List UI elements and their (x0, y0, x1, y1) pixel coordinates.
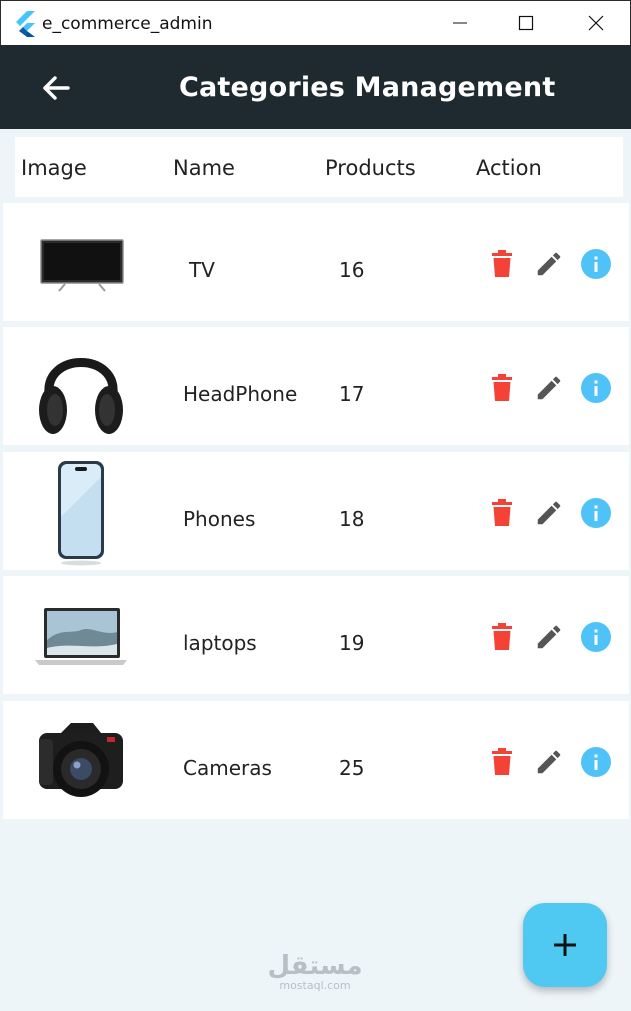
page-title: Categories Management (179, 72, 556, 103)
pencil-icon (537, 252, 561, 276)
table-row: Phones 18 (3, 452, 629, 570)
category-name: Phones (183, 507, 256, 531)
product-count: 16 (339, 258, 365, 282)
info-icon (581, 373, 611, 403)
headphone-image (31, 335, 131, 439)
tv-image (31, 211, 131, 315)
header-products: Products (325, 156, 416, 180)
watermark-latin: mostaql.com (279, 979, 351, 992)
arrow-left-icon (43, 76, 70, 100)
minimize-icon (453, 22, 467, 24)
plus-icon (554, 934, 576, 956)
category-name: Cameras (183, 756, 272, 780)
category-name: HeadPhone (183, 382, 298, 406)
pencil-icon (537, 750, 561, 774)
table-row: Cameras 25 (3, 701, 629, 819)
product-count: 18 (339, 507, 365, 531)
pencil-icon (537, 625, 561, 649)
trash-icon (492, 250, 512, 277)
add-category-button[interactable] (523, 903, 607, 987)
laptop-image (31, 584, 131, 688)
camera-image (31, 709, 131, 813)
product-count: 17 (339, 382, 365, 406)
info-button[interactable] (579, 745, 613, 779)
edit-button[interactable] (532, 247, 566, 281)
maximize-icon (518, 15, 534, 31)
info-icon (581, 249, 611, 279)
table-row: laptops 19 (3, 576, 629, 694)
table-header: Image Name Products Action (15, 137, 623, 197)
header-name: Name (173, 156, 235, 180)
header-image: Image (21, 156, 87, 180)
close-icon (588, 15, 604, 31)
category-name: TV (189, 258, 215, 282)
info-icon (581, 622, 611, 652)
delete-button[interactable] (485, 496, 519, 530)
phone-image (31, 460, 131, 566)
window-titlebar: e_commerce_admin (0, 0, 631, 45)
trash-icon (492, 374, 512, 401)
edit-button[interactable] (532, 371, 566, 405)
close-button[interactable] (561, 1, 631, 45)
trash-icon (492, 623, 512, 650)
delete-button[interactable] (485, 371, 519, 405)
info-icon (581, 498, 611, 528)
trash-icon (492, 499, 512, 526)
flutter-logo-icon (16, 11, 35, 37)
window-title: e_commerce_admin (42, 14, 213, 34)
delete-button[interactable] (485, 247, 519, 281)
trash-icon (492, 748, 512, 775)
back-button[interactable] (36, 69, 76, 107)
app-bar: Categories Management (0, 45, 631, 129)
info-button[interactable] (579, 496, 613, 530)
watermark-arabic: مستقل (267, 951, 363, 981)
pencil-icon (537, 501, 561, 525)
minimize-button[interactable] (425, 1, 495, 45)
product-count: 25 (339, 756, 365, 780)
delete-button[interactable] (485, 745, 519, 779)
info-icon (581, 747, 611, 777)
edit-button[interactable] (532, 496, 566, 530)
info-button[interactable] (579, 620, 613, 654)
edit-button[interactable] (532, 620, 566, 654)
table-row: TV 16 (3, 203, 629, 321)
pencil-icon (537, 376, 561, 400)
product-count: 19 (339, 631, 365, 655)
edit-button[interactable] (532, 745, 566, 779)
category-name: laptops (183, 631, 257, 655)
info-button[interactable] (579, 371, 613, 405)
maximize-button[interactable] (491, 1, 561, 45)
watermark: مستقل mostaql.com (265, 952, 365, 992)
delete-button[interactable] (485, 620, 519, 654)
table-row: HeadPhone 17 (3, 327, 629, 445)
info-button[interactable] (579, 247, 613, 281)
header-action: Action (476, 156, 542, 180)
